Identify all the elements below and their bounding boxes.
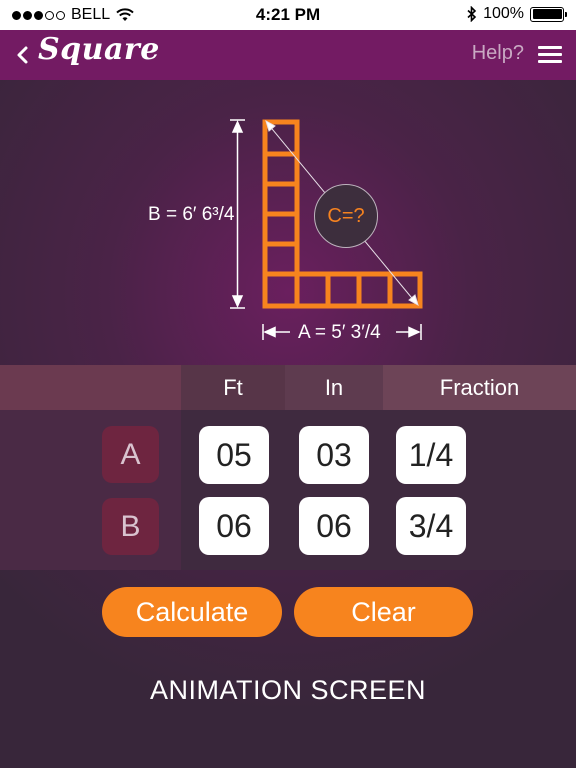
side-a-label: A = 5′ 3′/4 [298,322,381,343]
side-b-label: B = 6′ 6³/4 [148,204,235,225]
b-fraction-input[interactable]: 3/4 [396,497,466,555]
status-bar: BELL 4:21 PM 100% [0,0,576,30]
help-link[interactable]: Help? [472,42,524,65]
hypotenuse-badge: C=? [314,184,378,248]
calculate-button[interactable]: Calculate [102,587,282,637]
bluetooth-icon [467,6,477,22]
chevron-left-icon [17,46,28,64]
a-fraction-input[interactable]: 1/4 [396,426,466,484]
menu-button[interactable] [538,46,562,64]
battery-icon [530,6,567,22]
hamburger-icon [538,46,562,63]
square-diagram: B = 6′ 6³/4 A = 5′ 3′/4 C=? [0,80,576,365]
header-fraction: Fraction [383,365,576,410]
a-ft-input[interactable]: 05 [199,426,269,484]
clear-button[interactable]: Clear [294,587,473,637]
b-in-input[interactable]: 06 [299,497,369,555]
row-label-b: B [102,498,159,555]
measurements-table: A 05 03 1/4 B 06 06 3/4 [0,410,576,570]
battery-percent: 100% [483,5,524,22]
header-blank [0,365,181,410]
b-ft-input[interactable]: 06 [199,497,269,555]
l-square-illustration [230,119,423,340]
row-label-a: A [102,426,159,483]
header-ft: Ft [181,365,285,410]
page-title: Square [38,32,160,67]
nav-bar: Square Help? [0,30,576,80]
table-header: Ft In Fraction [0,365,576,410]
header-in: In [285,365,383,410]
a-in-input[interactable]: 03 [299,426,369,484]
back-button[interactable] [12,42,34,68]
status-right: 100% [467,5,567,23]
footer-caption: ANIMATION SCREEN [149,675,427,705]
